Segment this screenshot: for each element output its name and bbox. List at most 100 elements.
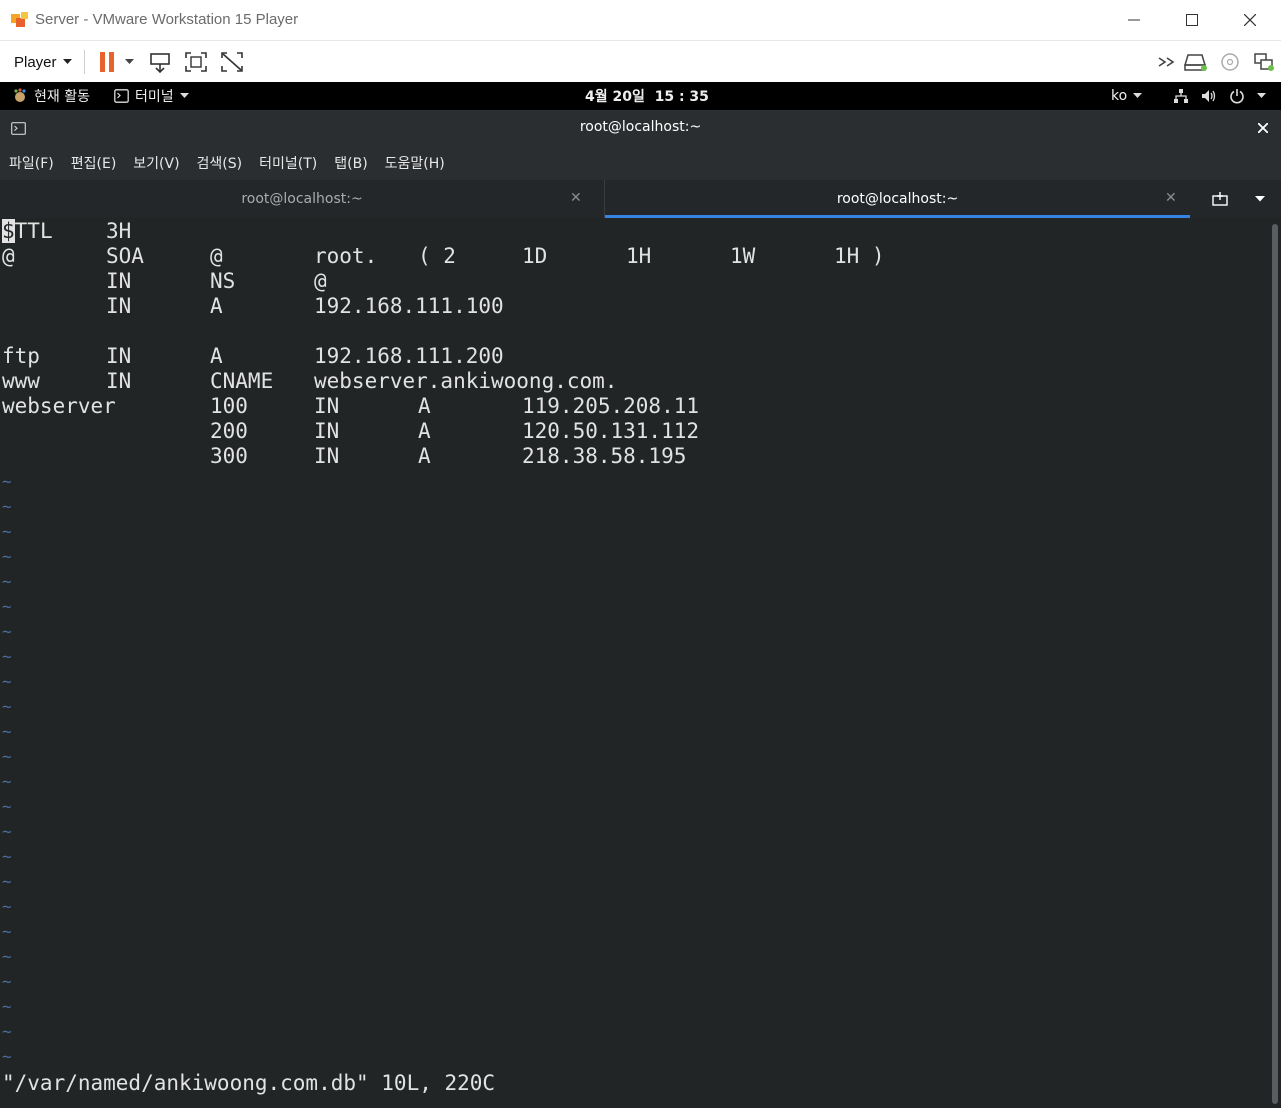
fit-window-icon	[185, 52, 207, 72]
terminal-line: IN A 192.168.111.100	[0, 294, 1268, 319]
close-icon	[1244, 14, 1256, 26]
terminal-text: 119.205.208.11	[522, 394, 700, 418]
pause-options-button[interactable]	[118, 50, 140, 74]
system-menu-button[interactable]	[1173, 82, 1266, 110]
terminal-scrollbar[interactable]	[1268, 218, 1281, 1108]
tilde-marker: ~	[2, 672, 12, 691]
tilde-marker: ~	[2, 797, 12, 816]
new-tab-button[interactable]	[1206, 188, 1234, 210]
terminal-text: SOA	[106, 244, 144, 268]
tilde-marker: ~	[2, 1047, 12, 1066]
new-tab-icon	[1212, 192, 1228, 206]
tab-list-button[interactable]	[1248, 188, 1272, 210]
gnome-top-bar: 현재 활동 터미널 4월 20일 15 : 35 ko	[0, 82, 1281, 110]
pause-vm-button[interactable]	[94, 50, 120, 74]
input-language-label: ko	[1111, 88, 1128, 104]
tilde-marker: ~	[2, 522, 12, 541]
tilde-marker: ~	[2, 1022, 12, 1041]
text-cursor: $	[2, 219, 15, 243]
menu-file[interactable]: 파일(F)	[9, 153, 54, 173]
terminal-text: 192.168.111.100	[314, 294, 504, 318]
close-window-button[interactable]	[1221, 0, 1279, 40]
activities-button[interactable]: 현재 활동	[12, 82, 90, 110]
input-method-button[interactable]: ko	[1111, 82, 1143, 110]
terminal-text: IN	[314, 394, 340, 418]
tilde-marker: ~	[2, 972, 12, 991]
maximize-icon	[1186, 14, 1198, 26]
terminal-text: @	[210, 244, 223, 268]
tilde-marker: ~	[2, 747, 12, 766]
empty-buffer-line: ~	[0, 769, 1268, 794]
terminal-text: @	[314, 269, 327, 293]
cd-dvd-device-button[interactable]	[1217, 50, 1243, 74]
tilde-marker: ~	[2, 497, 12, 516]
vmware-toolbar: Player	[0, 40, 1281, 82]
tab-1-label: root@localhost:~	[241, 191, 363, 207]
empty-buffer-line: ~	[0, 869, 1268, 894]
empty-buffer-line: ~	[0, 944, 1268, 969]
close-terminal-button[interactable]	[1251, 116, 1275, 140]
menu-tabs[interactable]: 탭(B)	[334, 153, 367, 173]
empty-buffer-line: ~	[0, 544, 1268, 569]
terminal-line: @ SOA @ root. ( 2 1D 1H 1W 1H )	[0, 244, 1268, 269]
terminal-line: webserver 100 IN A 119.205.208.11	[0, 394, 1268, 419]
network-wired-icon	[1174, 89, 1188, 103]
terminal-text: 1H	[626, 244, 652, 268]
clock-button[interactable]: 4월 20일 15 : 35	[585, 82, 709, 110]
scrollbar-thumb[interactable]	[1272, 224, 1278, 1104]
tab-2-label: root@localhost:~	[836, 191, 959, 207]
empty-buffer-line: ~	[0, 919, 1268, 944]
hard-disk-icon	[1184, 54, 1207, 71]
hard-disk-device-button[interactable]	[1183, 50, 1209, 74]
minimize-icon	[1128, 19, 1140, 21]
more-devices-button[interactable]	[1154, 50, 1180, 74]
menu-view[interactable]: 보기(V)	[133, 153, 179, 173]
network-adapter-icon	[1254, 53, 1274, 71]
tilde-marker: ~	[2, 772, 12, 791]
terminal-text: 120.50.131.112	[522, 419, 700, 443]
empty-buffer-line: ~	[0, 594, 1268, 619]
terminal-line: www IN CNAME webserver.ankiwoong.com.	[0, 369, 1268, 394]
menu-help[interactable]: 도움말(H)	[385, 153, 445, 173]
terminal-line: 300 IN A 218.38.58.195	[0, 444, 1268, 469]
minimize-button[interactable]	[1105, 0, 1163, 40]
empty-buffer-line: ~	[0, 844, 1268, 869]
terminal-header-bar: root@localhost:~	[0, 110, 1281, 146]
unity-disabled-icon	[221, 52, 243, 72]
empty-buffer-line: ~	[0, 469, 1268, 494]
empty-buffer-line: ~	[0, 794, 1268, 819]
menu-edit[interactable]: 편집(E)	[71, 153, 117, 173]
empty-buffer-line: ~	[0, 669, 1268, 694]
empty-buffer-line: ~	[0, 719, 1268, 744]
tilde-marker: ~	[2, 922, 12, 941]
terminal-text: webserver	[2, 394, 116, 418]
tab-2[interactable]: root@localhost:~	[605, 180, 1190, 218]
empty-buffer-line: ~	[0, 1019, 1268, 1044]
terminal-icon	[114, 89, 129, 103]
send-ctrl-alt-del-button[interactable]	[147, 50, 173, 74]
menu-search[interactable]: 검색(S)	[197, 153, 243, 173]
empty-buffer-line: ~	[0, 494, 1268, 519]
unity-button[interactable]	[219, 50, 245, 74]
cd-icon	[1221, 53, 1239, 71]
tab-1[interactable]: root@localhost:~	[0, 180, 604, 218]
terminal-app-menu[interactable]: 터미널	[114, 82, 189, 110]
tilde-marker: ~	[2, 847, 12, 866]
tilde-marker: ~	[2, 597, 12, 616]
player-menu-button[interactable]: Player	[6, 49, 80, 75]
double-chevron-right-icon	[1158, 57, 1175, 67]
player-menu-label: Player	[14, 53, 57, 71]
volume-icon	[1202, 90, 1216, 102]
tilde-marker: ~	[2, 822, 12, 841]
terminal-content[interactable]: $TTL 3H @ SOA @ root.( 2 1D 1H 1W 1H ) IN NS @ IN A 192…	[0, 218, 1268, 1108]
network-device-button[interactable]	[1251, 50, 1277, 74]
menu-terminal[interactable]: 터미널(T)	[259, 153, 317, 173]
tilde-marker: ~	[2, 897, 12, 916]
maximize-button[interactable]	[1163, 0, 1221, 40]
tab-1-close-icon[interactable]: ✕	[570, 190, 582, 206]
fit-guest-button[interactable]	[183, 50, 209, 74]
tab-2-close-icon[interactable]: ✕	[1165, 190, 1177, 206]
chevron-down-icon	[1257, 93, 1266, 98]
tilde-marker: ~	[2, 872, 12, 891]
